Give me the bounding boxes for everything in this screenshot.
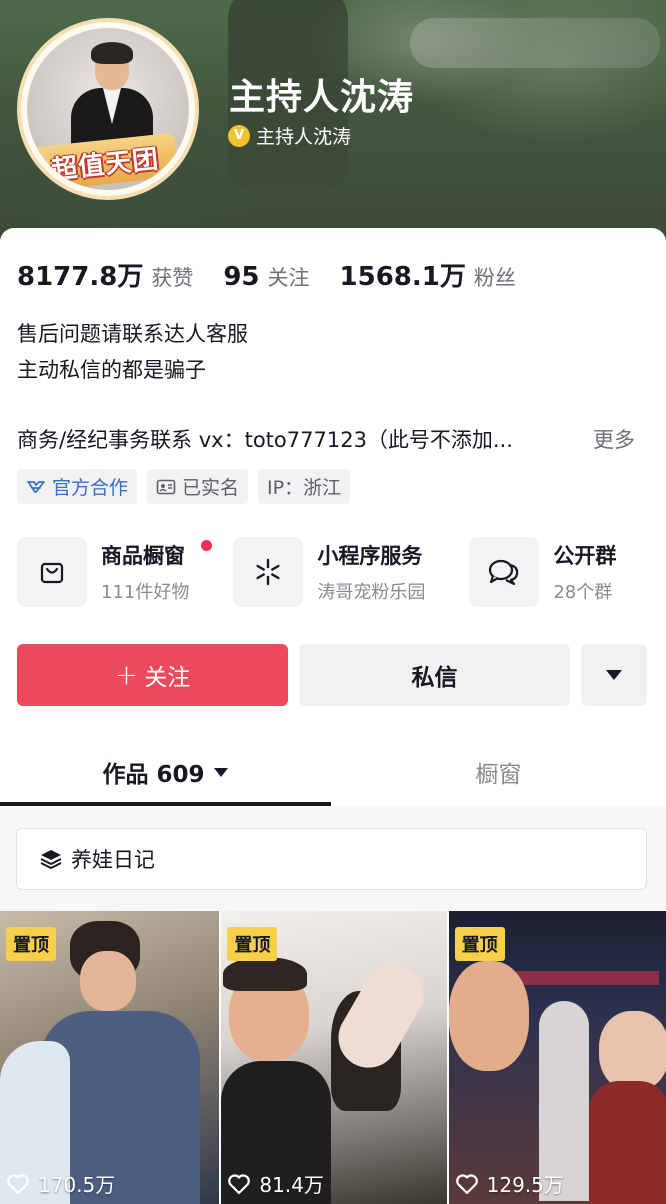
profile-actions: + 关注 私信	[17, 644, 647, 706]
collection-label: 养娃日记	[71, 848, 155, 872]
pinned-badge: 置顶	[6, 927, 56, 961]
avatar[interactable]: 超值天团	[17, 18, 199, 200]
collection-button[interactable]: 养娃日记	[16, 828, 647, 890]
stat-following-label: 关注	[267, 266, 310, 290]
verified-label: 主持人沈涛	[256, 126, 352, 148]
video-likes: 81.4万	[227, 1169, 324, 1198]
layers-icon	[40, 850, 62, 869]
profile-stats: 8177.8万 获赞 95 关注 1568.1万 粉丝	[17, 256, 546, 293]
video-grid: 置顶 170.5万 置顶 81.4万 置顶 129.5万	[0, 911, 666, 1204]
handshake-icon	[27, 480, 45, 493]
thumbnail-scene	[598, 1011, 666, 1091]
triangle-down-icon	[606, 670, 622, 680]
stat-following[interactable]: 95 关注	[223, 262, 309, 292]
verified-badge-row: V 主持人沈涛	[228, 122, 351, 149]
video-likes-count: 170.5万	[38, 1173, 116, 1197]
tab-showcase[interactable]: 橱窗	[331, 738, 666, 806]
profile-tags: 官方合作 已实名 IP：浙江	[17, 469, 351, 504]
tag-ip-location: IP：浙江	[258, 469, 351, 504]
service-title: 商品橱窗	[101, 544, 185, 568]
notification-dot	[201, 540, 212, 551]
service-public-groups[interactable]: 公开群 28个群	[469, 537, 616, 607]
tab-works[interactable]: 作品 609	[0, 738, 331, 806]
bio-business-row: 商务/经纪事务联系 vx：toto777123（此号不添加... 更多	[17, 424, 649, 454]
video-likes: 170.5万	[6, 1169, 115, 1198]
stat-followers[interactable]: 1568.1万 粉丝	[340, 256, 516, 293]
collection-bar: 养娃日记	[0, 806, 666, 911]
stat-followers-label: 粉丝	[473, 266, 516, 290]
stat-followers-count: 1568.1万	[339, 262, 466, 292]
chat-bubbles-icon	[469, 537, 540, 607]
bio-more-link[interactable]: 更多	[593, 424, 635, 454]
mini-program-icon	[233, 537, 304, 607]
avatar-hair	[91, 42, 133, 64]
stat-following-count: 95	[223, 262, 260, 292]
service-text: 公开群 28个群	[553, 540, 616, 604]
message-button[interactable]: 私信	[299, 644, 570, 706]
shopping-bag-icon	[17, 537, 87, 607]
service-title: 公开群	[553, 544, 617, 568]
stat-likes[interactable]: 8177.8万 获赞	[17, 256, 193, 293]
video-thumbnail[interactable]: 置顶 170.5万	[0, 911, 220, 1204]
service-entries: 商品橱窗 111件好物 小程序服务 涛哥宠粉乐园 公开群 28个群	[17, 537, 666, 607]
thumbnail-scene	[588, 1081, 666, 1204]
thumbnail-scene	[448, 961, 529, 1071]
id-card-icon	[156, 479, 176, 494]
service-subtitle: 111件好物	[101, 582, 190, 603]
service-product-showcase[interactable]: 商品橱窗 111件好物	[17, 537, 212, 607]
content-tabs: 作品 609 橱窗	[0, 738, 666, 806]
triangle-down-icon	[213, 767, 228, 777]
stat-likes-label: 获赞	[151, 266, 194, 290]
cover-background-rocks	[410, 18, 660, 68]
service-title: 小程序服务	[317, 544, 423, 568]
tag-label: 已实名	[182, 477, 240, 499]
profile-cover: 超值天团 主持人沈涛 V 主持人沈涛	[0, 0, 666, 240]
tag-real-name[interactable]: 已实名	[147, 469, 249, 504]
video-likes-count: 129.5万	[486, 1173, 564, 1197]
profile-sheet: 8177.8万 获赞 95 关注 1568.1万 粉丝 售后问题请联系达人客服 …	[0, 228, 666, 1204]
thumbnail-scene	[80, 951, 136, 1011]
verified-v-icon: V	[228, 124, 250, 147]
profile-nickname: 主持人沈涛	[229, 77, 415, 118]
plus-icon: +	[114, 658, 139, 691]
bio-business-text: 商务/经纪事务联系 vx：toto777123（此号不添加...	[17, 428, 513, 452]
video-likes-count: 81.4万	[259, 1173, 324, 1197]
video-likes: 129.5万	[455, 1169, 564, 1198]
heart-icon	[455, 1173, 478, 1194]
heart-icon	[228, 1173, 251, 1194]
video-thumbnail[interactable]: 置顶 129.5万	[448, 911, 666, 1204]
follow-button-label: 关注	[144, 665, 191, 691]
stat-likes-count: 8177.8万	[17, 262, 144, 292]
avatar-photo: 超值天团	[27, 28, 189, 190]
tab-works-label: 作品 609	[102, 762, 205, 788]
follow-button[interactable]: + 关注	[17, 644, 288, 706]
bio-line: 售后问题请联系达人客服	[17, 322, 248, 346]
thumbnail-scene	[223, 957, 308, 991]
tag-label: IP：浙江	[267, 477, 342, 499]
avatar-banner-logo: 超值天团	[31, 132, 179, 190]
heart-icon	[7, 1173, 29, 1194]
more-options-button[interactable]	[581, 644, 647, 706]
service-text: 小程序服务 涛哥宠粉乐园	[317, 540, 425, 604]
service-subtitle: 28个群	[553, 582, 613, 603]
tag-official-cooperation[interactable]: 官方合作	[17, 469, 138, 504]
service-text: 商品橱窗 111件好物	[101, 540, 189, 604]
service-subtitle: 涛哥宠粉乐园	[317, 582, 426, 603]
tag-label: 官方合作	[52, 477, 129, 499]
profile-bio: 售后问题请联系达人客服 主动私信的都是骗子	[17, 316, 248, 388]
bio-line: 主动私信的都是骗子	[17, 358, 206, 382]
service-mini-program[interactable]: 小程序服务 涛哥宠粉乐园	[233, 537, 425, 607]
pinned-badge: 置顶	[454, 927, 505, 961]
video-thumbnail[interactable]: 置顶 81.4万	[221, 911, 447, 1204]
pinned-badge: 置顶	[227, 927, 278, 961]
